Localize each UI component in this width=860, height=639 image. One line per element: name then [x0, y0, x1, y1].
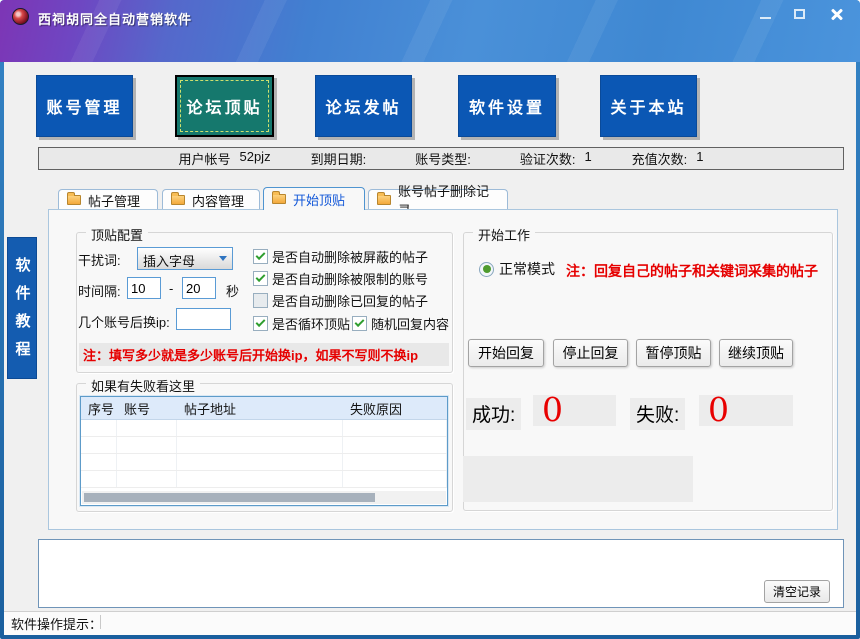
clear-records-button[interactable]: 清空记录: [764, 580, 830, 603]
continue-bump-button[interactable]: 继续顶贴: [719, 339, 793, 367]
tab-content-manage[interactable]: 内容管理: [162, 189, 260, 210]
group-title: 顶贴配置: [86, 225, 148, 244]
recharge-count: 充值次数:1: [632, 149, 704, 168]
maximize-button[interactable]: [788, 6, 810, 22]
horizontal-scrollbar[interactable]: [82, 491, 446, 504]
dropdown-value: 插入字母: [138, 248, 214, 269]
scrollbar-thumb[interactable]: [84, 493, 375, 502]
checkbox-icon: [253, 249, 268, 264]
folder-icon: [171, 195, 185, 205]
checkbox-label: 随机回复内容: [371, 314, 449, 333]
checkbox-label: 是否自动删除被限制的账号: [272, 269, 428, 288]
log-output-panel[interactable]: 清空记录: [38, 539, 844, 608]
interval-unit-label: 秒: [226, 281, 239, 300]
checkbox-icon: [253, 316, 268, 331]
tab-start-bump[interactable]: 开始顶贴: [263, 187, 365, 210]
tab-post-manage[interactable]: 帖子管理: [58, 189, 158, 210]
table-row: [81, 454, 447, 471]
status-divider: [100, 615, 101, 629]
tab-label: 内容管理: [192, 191, 244, 210]
column-header-index: 序号: [81, 397, 117, 419]
ip-switch-input[interactable]: [176, 308, 231, 330]
tab-label: 开始顶贴: [293, 190, 345, 209]
fail-label: 失败:: [630, 398, 685, 430]
interval-dash: -: [169, 281, 173, 296]
app-title: 西祠胡同全自动营销软件: [38, 9, 192, 28]
verify-count: 验证次数:1: [520, 149, 592, 168]
success-label: 成功:: [466, 398, 521, 430]
checkbox-icon: [352, 316, 367, 331]
fail-counter: 0: [699, 395, 793, 426]
maximize-icon: [794, 9, 805, 19]
stop-reply-button[interactable]: 停止回复: [553, 339, 628, 367]
table-header-row: 序号 账号 帖子地址 失败原因: [81, 397, 447, 420]
checkbox-loop-bump[interactable]: 是否循环顶贴: [253, 314, 350, 333]
interval-label: 时间隔:: [78, 281, 121, 300]
interfere-word-label: 干扰词:: [78, 250, 121, 269]
expire-date: 到期日期:: [311, 149, 376, 168]
close-icon: [830, 7, 844, 21]
table-row: [81, 420, 447, 437]
nav-button-software-settings[interactable]: 软件设置: [458, 75, 556, 137]
checkbox-label: 是否自动删除已回复的帖子: [272, 291, 428, 310]
normal-mode-radio[interactable]: 正常模式: [479, 259, 555, 279]
user-account: 用户帐号52pjz: [178, 149, 270, 168]
work-note-text: 注：回复自己的帖子和关键词采集的帖子: [566, 261, 818, 281]
checkbox-delete-replied-posts[interactable]: 是否自动删除已回复的帖子: [253, 291, 428, 310]
status-hint-label: 软件操作提示：: [4, 614, 102, 633]
column-header-account: 账号: [117, 397, 177, 419]
table-row: [81, 437, 447, 454]
checkbox-icon: [253, 293, 268, 308]
chevron-down-icon: [214, 248, 232, 269]
app-window: 西祠胡同全自动营销软件 账号管理 论坛顶贴 论坛发帖 软件设置 关于本站 用户帐…: [0, 0, 860, 639]
checkbox-icon: [253, 271, 268, 286]
start-reply-button[interactable]: 开始回复: [468, 339, 544, 367]
nav-button-about-site[interactable]: 关于本站: [600, 75, 697, 137]
success-counter: 0: [533, 395, 616, 426]
interval-to-input[interactable]: [182, 277, 216, 299]
checkbox-random-reply-content[interactable]: 随机回复内容: [352, 314, 449, 333]
minimize-icon: [760, 17, 771, 19]
nav-button-forum-post[interactable]: 论坛发帖: [315, 75, 412, 137]
failure-table: 序号 账号 帖子地址 失败原因: [80, 396, 448, 506]
column-header-fail-reason: 失败原因: [343, 397, 447, 419]
minimize-button[interactable]: [754, 6, 776, 22]
checkbox-label: 是否自动删除被屏蔽的帖子: [272, 247, 428, 266]
checkbox-label: 是否循环顶贴: [272, 314, 350, 333]
software-tutorial-button[interactable]: 软件教程: [7, 237, 37, 379]
tab-account-post-delete-record[interactable]: 账号帖子删除记录: [368, 189, 508, 210]
title-bar: 西祠胡同全自动营销软件: [0, 0, 860, 62]
table-row: [81, 471, 447, 488]
group-title: 如果有失败看这里: [86, 376, 200, 395]
work-placeholder-area: [463, 456, 693, 502]
account-info-bar: 用户帐号52pjz 到期日期: 账号类型: 验证次数:1 充值次数:1: [38, 147, 844, 170]
folder-icon: [272, 194, 286, 204]
column-header-post-url: 帖子地址: [177, 397, 343, 419]
nav-button-account-manage[interactable]: 账号管理: [36, 75, 133, 137]
pause-bump-button[interactable]: 暂停顶贴: [636, 339, 711, 367]
folder-icon: [67, 195, 81, 205]
tab-label: 帖子管理: [88, 191, 140, 210]
fail-count: 0: [708, 395, 729, 425]
folder-icon: [377, 195, 391, 205]
radio-label: 正常模式: [499, 259, 555, 279]
app-icon: [12, 8, 29, 25]
close-button[interactable]: [826, 6, 848, 22]
checkbox-delete-restricted-accounts[interactable]: 是否自动删除被限制的账号: [253, 269, 428, 288]
status-bar: 软件操作提示：: [4, 611, 856, 635]
ip-switch-label: 几个账号后换ip:: [78, 312, 170, 331]
group-title: 开始工作: [473, 225, 535, 244]
interfere-word-dropdown[interactable]: 插入字母: [137, 247, 233, 270]
tab-body: 顶贴配置 干扰词: 插入字母 时间隔: - 秒 几个账号后换ip: 是否自动删除…: [48, 209, 838, 530]
tab-panel: 帖子管理 内容管理 开始顶贴 账号帖子删除记录 顶贴配置 干扰词:: [48, 187, 838, 530]
success-count: 0: [542, 395, 563, 425]
interval-from-input[interactable]: [127, 277, 161, 299]
ip-note-text: 注：填写多少就是多少账号后开始换ip，如果不写则不换ip: [79, 343, 449, 366]
app-body: 账号管理 论坛顶贴 论坛发帖 软件设置 关于本站 用户帐号52pjz 到期日期:…: [4, 62, 856, 611]
checkbox-delete-blocked-posts[interactable]: 是否自动删除被屏蔽的帖子: [253, 247, 428, 266]
nav-button-forum-bump[interactable]: 论坛顶贴: [175, 75, 274, 137]
account-type: 账号类型:: [415, 149, 480, 168]
radio-icon: [479, 262, 494, 277]
